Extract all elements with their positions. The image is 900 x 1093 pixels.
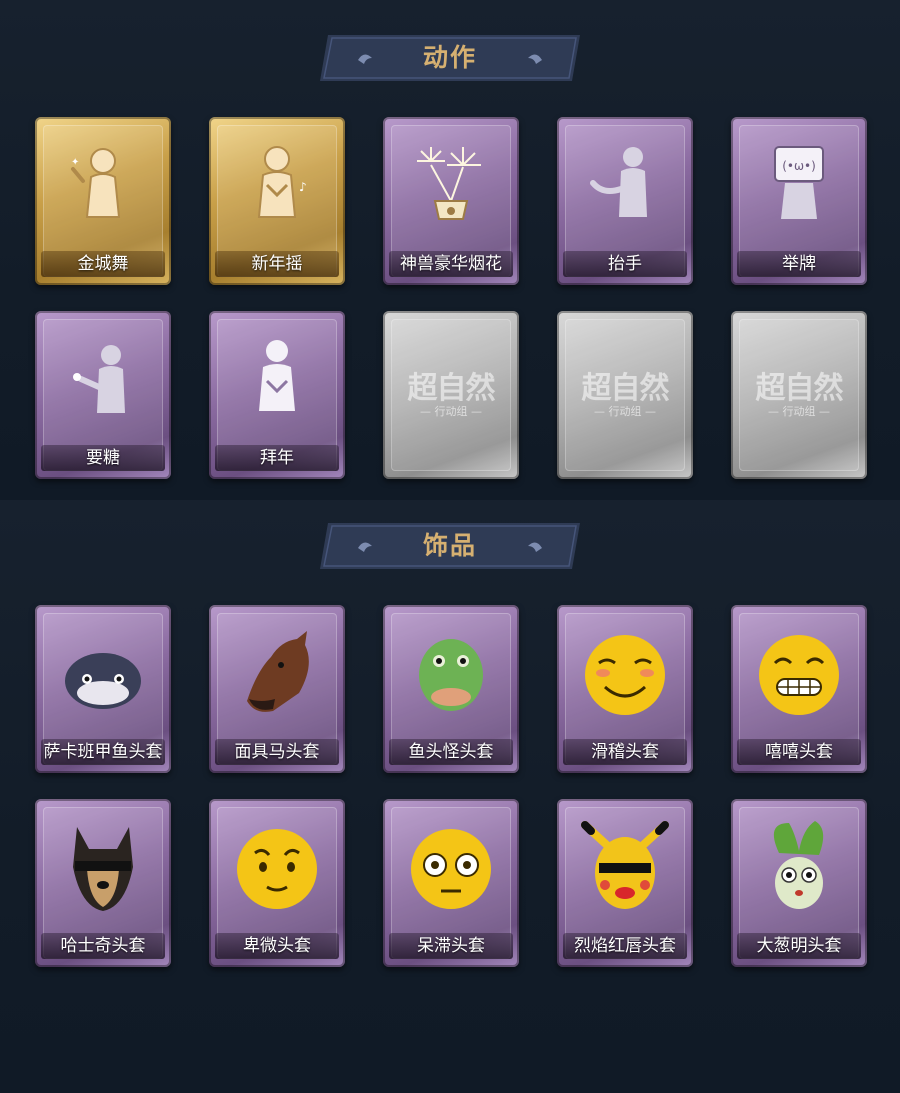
item-label: 哈士奇头套 <box>41 933 165 959</box>
grin-face-mask-icon <box>759 635 839 715</box>
fireworks-icon <box>417 147 481 220</box>
new-year-greeting-figure-icon <box>259 340 295 411</box>
dance-figure-icon: ✦ <box>71 148 121 218</box>
locked-item-card[interactable]: 超自然 — 行动组 — <box>731 311 867 479</box>
hold-sign-figure-icon: (•ω•) <box>774 146 824 219</box>
husky-mask-icon <box>73 827 133 911</box>
section-title: 动作 <box>422 43 477 72</box>
item-card[interactable]: 滑稽头套 <box>557 605 693 773</box>
item-label: 新年摇 <box>215 251 339 277</box>
item-label: 金城舞 <box>41 251 165 277</box>
watermark-text: 超自然 <box>755 371 844 406</box>
item-card[interactable]: 烈焰红唇头套 <box>557 799 693 967</box>
horse-head-mask-icon <box>247 631 309 712</box>
accessories-section-bg <box>0 500 900 1093</box>
svg-text:✦: ✦ <box>71 157 79 168</box>
item-card[interactable]: ♪ 新年摇 <box>209 117 345 285</box>
item-label: 大葱明头套 <box>737 933 861 959</box>
watermark-text: 超自然 <box>407 371 496 406</box>
item-label: 萨卡班甲鱼头套 <box>41 739 165 765</box>
watermark-subtext: — 行动组 — <box>420 405 482 418</box>
item-label: 呆滞头套 <box>389 933 513 959</box>
item-card[interactable]: 卑微头套 <box>209 799 345 967</box>
scallion-mask-icon <box>773 821 824 909</box>
item-card[interactable]: 要糖 <box>35 311 171 479</box>
item-card[interactable]: 大葱明头套 <box>731 799 867 967</box>
item-card[interactable]: 哈士奇头套 <box>35 799 171 967</box>
svg-text:♪: ♪ <box>299 180 307 194</box>
item-card[interactable]: 萨卡班甲鱼头套 <box>35 605 171 773</box>
item-card[interactable]: 神兽豪华烟花 <box>383 117 519 285</box>
watermark-text: 超自然 <box>581 371 670 406</box>
item-card[interactable]: 面具马头套 <box>209 605 345 773</box>
item-label: 要糖 <box>41 445 165 471</box>
fish-head-mask-icon <box>65 653 141 709</box>
item-card[interactable]: 抬手 <box>557 117 693 285</box>
item-label: 嘻嘻头套 <box>737 739 861 765</box>
item-label: 滑稽头套 <box>563 739 687 765</box>
humble-face-mask-icon <box>237 829 317 909</box>
locked-item-card[interactable]: 超自然 — 行动组 — <box>557 311 693 479</box>
item-label: 拜年 <box>215 445 339 471</box>
dazed-face-mask-icon <box>411 829 491 909</box>
item-card[interactable]: ✦ 金城舞 <box>35 117 171 285</box>
section-banner-actions: 动作 <box>318 33 582 83</box>
section-banner-accessories: 饰品 <box>318 521 582 571</box>
item-card[interactable]: 嘻嘻头套 <box>731 605 867 773</box>
item-card[interactable]: 拜年 <box>209 311 345 479</box>
red-lips-mask-icon <box>581 821 669 909</box>
raise-hand-figure-icon <box>590 147 647 217</box>
item-card[interactable]: 鱼头怪头套 <box>383 605 519 773</box>
item-label: 烈焰红唇头套 <box>563 933 687 959</box>
funny-face-mask-icon <box>585 635 665 715</box>
new-year-wave-figure-icon: ♪ <box>257 146 307 218</box>
item-label: 卑微头套 <box>215 933 339 959</box>
item-label: 鱼头怪头套 <box>389 739 513 765</box>
item-label: 举牌 <box>737 251 861 277</box>
watermark-subtext: — 行动组 — <box>594 405 656 418</box>
ask-candy-figure-icon <box>73 345 125 413</box>
item-card[interactable]: (•ω•) 举牌 <box>731 117 867 285</box>
fish-monster-mask-icon <box>419 639 483 711</box>
watermark-subtext: — 行动组 — <box>768 405 830 418</box>
item-card[interactable]: 呆滞头套 <box>383 799 519 967</box>
locked-item-card[interactable]: 超自然 — 行动组 — <box>383 311 519 479</box>
item-label: 抬手 <box>563 251 687 277</box>
svg-text:(•ω•): (•ω•) <box>782 159 816 173</box>
section-title: 饰品 <box>422 531 477 560</box>
item-label: 面具马头套 <box>215 739 339 765</box>
item-label: 神兽豪华烟花 <box>389 251 513 277</box>
